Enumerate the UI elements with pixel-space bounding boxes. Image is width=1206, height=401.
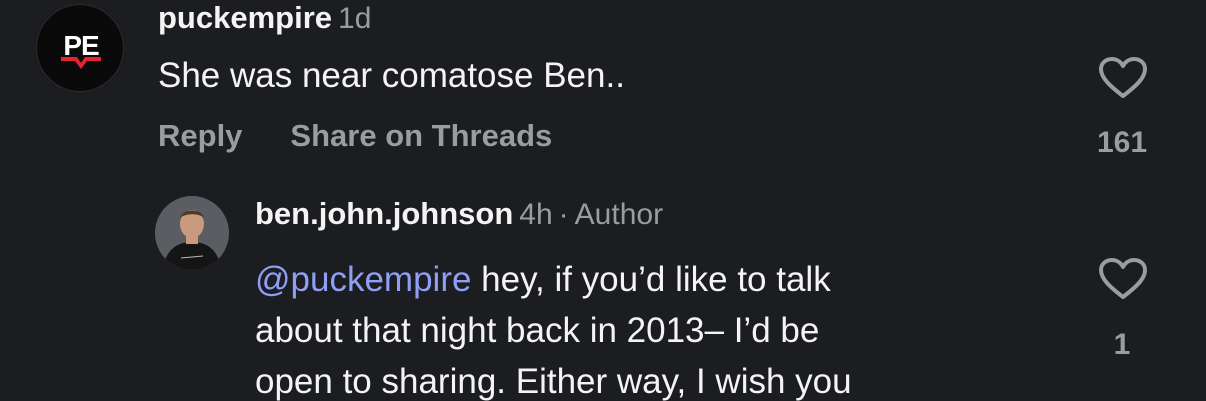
- comment-header: ben.john.johnson 4h · Author: [255, 196, 663, 232]
- like-count: 161: [1096, 126, 1148, 159]
- timestamp: 4h: [519, 198, 553, 231]
- reply-button[interactable]: Reply: [158, 118, 242, 153]
- like-button[interactable]: [1098, 56, 1148, 100]
- svg-text:PE: PE: [63, 30, 99, 61]
- comment-header: puckempire 1d: [158, 0, 371, 36]
- author-badge: Author: [574, 198, 664, 231]
- comment-line: @puckempire hey, if you’d like to talk: [255, 254, 1055, 305]
- share-on-threads-button[interactable]: Share on Threads: [290, 118, 552, 153]
- like-count: 1: [1113, 328, 1131, 361]
- comment-line-text: hey, if you’d like to talk: [471, 260, 831, 299]
- mention-link[interactable]: @puckempire: [255, 260, 471, 299]
- comment-text: She was near comatose Ben..: [158, 56, 625, 95]
- profile-photo-icon: [155, 196, 229, 270]
- heart-outline-icon: [1099, 258, 1147, 299]
- comment-line: about that night back in 2013– I’d be: [255, 311, 820, 350]
- avatar[interactable]: PE: [36, 4, 124, 92]
- comment-actions: Reply Share on Threads: [158, 118, 552, 154]
- comment-line: open to sharing. Either way, I wish you: [255, 362, 852, 401]
- puckempire-logo-icon: PE: [61, 30, 101, 69]
- separator: ·: [558, 198, 569, 231]
- timestamp: 1d: [338, 2, 372, 35]
- avatar[interactable]: [155, 196, 229, 270]
- heart-outline-icon: [1099, 57, 1147, 98]
- comment-text: @puckempire hey, if you’d like to talk a…: [255, 254, 1055, 401]
- comments-section: PE puckempire 1d She was near comatose Be…: [0, 0, 1206, 401]
- username[interactable]: ben.john.johnson: [255, 196, 513, 231]
- username[interactable]: puckempire: [158, 0, 332, 35]
- like-button[interactable]: [1098, 257, 1148, 301]
